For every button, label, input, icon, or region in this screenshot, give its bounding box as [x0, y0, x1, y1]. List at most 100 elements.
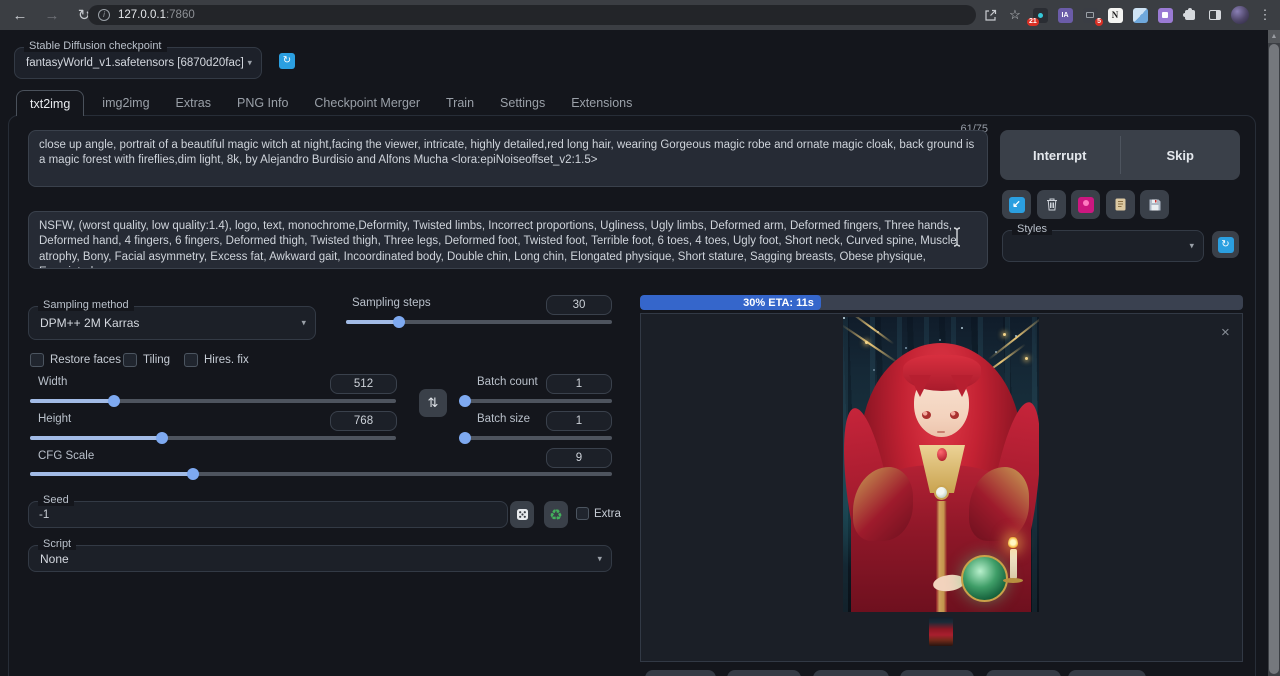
stable-diffusion-webui: ← → ↻ i 127.0.0.1 :7860 ☆ 21 IA 5 — [0, 0, 1280, 676]
slider-knob[interactable] — [187, 468, 199, 480]
close-icon[interactable]: × — [1221, 324, 1230, 341]
seed-input[interactable] — [29, 502, 507, 527]
height-slider[interactable] — [30, 431, 396, 444]
batch-count-label: Batch count — [477, 376, 538, 388]
clear-prompt-button[interactable] — [1037, 190, 1066, 219]
slider-knob[interactable] — [156, 432, 168, 444]
tiling-checkbox[interactable] — [123, 353, 137, 367]
negative-prompt-input[interactable]: NSFW, (worst quality, low quality:1.4), … — [28, 211, 988, 269]
swap-icon: ⇅ — [428, 395, 439, 411]
sampling-method-dropdown[interactable]: Sampling method DPM++ 2M Karras ▾ — [28, 306, 316, 340]
extension-icon-ia[interactable]: IA — [1056, 6, 1074, 24]
reuse-seed-button[interactable]: ♻ — [544, 501, 568, 528]
tab-checkpoint-merger[interactable]: Checkpoint Merger — [314, 96, 420, 110]
width-label: Width — [38, 376, 67, 388]
height-label: Height — [38, 413, 71, 425]
scrollbar-up-arrow[interactable]: ▲ — [1268, 30, 1280, 43]
generated-image-preview[interactable] — [843, 317, 1039, 612]
hires-fix-checkbox[interactable] — [184, 353, 198, 367]
scrollbar-thumb[interactable] — [1269, 44, 1279, 674]
browser-menu-icon[interactable]: ⋮ — [1256, 6, 1274, 24]
swap-dimensions-button[interactable]: ⇅ — [419, 389, 447, 417]
flower-card-icon — [1078, 197, 1094, 213]
batch-size-value[interactable]: 1 — [546, 411, 612, 431]
sampling-method-label: Sampling method — [38, 299, 134, 311]
save-button[interactable] — [645, 670, 716, 676]
batch-count-value[interactable]: 1 — [546, 374, 612, 394]
extension-icon-notion[interactable]: N — [1106, 6, 1124, 24]
styles-label: Styles — [1012, 223, 1052, 235]
tab-txt2img[interactable]: txt2img — [16, 90, 84, 116]
side-panel-icon[interactable] — [1206, 6, 1224, 24]
styles-dropdown[interactable]: Styles ▾ — [1002, 230, 1204, 262]
random-seed-button[interactable] — [510, 501, 534, 528]
seed-field-box: Seed — [28, 501, 508, 528]
sampling-steps-slider[interactable] — [346, 315, 612, 328]
interrupt-button[interactable]: Interrupt — [1000, 130, 1120, 180]
slider-knob[interactable] — [459, 395, 471, 407]
tab-img2img[interactable]: img2img — [102, 96, 149, 110]
checkpoint-label: Stable Diffusion checkpoint — [24, 40, 167, 52]
sampling-steps-label: Sampling steps — [352, 297, 431, 309]
width-slider[interactable] — [30, 394, 396, 407]
zip-button[interactable] — [727, 670, 801, 676]
send-to-inpaint-button[interactable] — [900, 670, 974, 676]
bookmark-star-icon[interactable]: ☆ — [1006, 6, 1024, 24]
tab-train[interactable]: Train — [446, 96, 474, 110]
height-value[interactable]: 768 — [330, 411, 397, 431]
slider-knob[interactable] — [393, 316, 405, 328]
tiling-label: Tiling — [143, 354, 170, 366]
prompt-input[interactable]: close up angle, portrait of a beautiful … — [28, 130, 988, 187]
send-to-extras-button[interactable] — [986, 670, 1061, 676]
extra-action-button[interactable] — [1068, 670, 1146, 676]
send-to-img2img-button[interactable] — [813, 670, 889, 676]
page-scrollbar[interactable]: ▲ — [1268, 30, 1280, 676]
text-cursor — [950, 226, 964, 251]
hires-fix-label: Hires. fix — [204, 354, 249, 366]
extra-networks-button[interactable] — [1071, 190, 1100, 219]
batch-size-slider[interactable] — [462, 431, 612, 444]
forward-icon[interactable]: → — [40, 3, 64, 27]
extension-icon-4[interactable] — [1156, 6, 1174, 24]
site-info-icon[interactable]: i — [98, 9, 110, 21]
url-port: :7860 — [166, 9, 195, 21]
chevron-down-icon: ▾ — [301, 318, 306, 329]
cfg-scale-slider[interactable] — [30, 467, 612, 480]
tab-extras[interactable]: Extras — [176, 96, 211, 110]
progress-fill: 30% ETA: 11s — [640, 295, 821, 310]
refresh-styles-button[interactable]: ↻ — [1212, 231, 1239, 258]
share-icon[interactable] — [981, 6, 999, 24]
main-tabs: txt2img img2img Extras PNG Info Checkpoi… — [16, 90, 658, 116]
script-dropdown[interactable]: Script None ▾ — [28, 545, 612, 572]
paste-params-button[interactable]: ↙ — [1002, 190, 1031, 219]
extension-icon-1[interactable]: 21 — [1031, 6, 1049, 24]
cfg-scale-value[interactable]: 9 — [546, 448, 612, 468]
refresh-checkpoint-icon[interactable]: ↻ — [279, 53, 295, 69]
skip-button[interactable]: Skip — [1121, 130, 1241, 180]
slider-knob[interactable] — [108, 395, 120, 407]
sampling-steps-value[interactable]: 30 — [546, 295, 612, 315]
tab-settings[interactable]: Settings — [500, 96, 545, 110]
slider-knob[interactable] — [459, 432, 471, 444]
save-style-button[interactable] — [1140, 190, 1169, 219]
tab-extensions[interactable]: Extensions — [571, 96, 632, 110]
extension-icon-3[interactable] — [1131, 6, 1149, 24]
address-bar[interactable]: i 127.0.0.1 :7860 — [88, 5, 976, 25]
tab-png-info[interactable]: PNG Info — [237, 96, 288, 110]
back-icon[interactable]: ← — [8, 3, 32, 27]
chevron-down-icon: ▾ — [247, 58, 252, 69]
floppy-disk-icon — [1148, 198, 1162, 212]
interrupt-skip-buttons: Interrupt Skip — [1000, 130, 1240, 180]
width-value[interactable]: 512 — [330, 374, 397, 394]
extensions-puzzle-icon[interactable] — [1181, 6, 1199, 24]
cfg-scale-label: CFG Scale — [38, 450, 94, 462]
chevron-down-icon: ▾ — [1189, 241, 1194, 252]
gallery-thumbnail[interactable] — [929, 617, 953, 646]
checkpoint-dropdown[interactable]: Stable Diffusion checkpoint fantasyWorld… — [14, 47, 262, 79]
browser-profile-avatar[interactable] — [1231, 6, 1249, 24]
extra-seed-checkbox[interactable] — [576, 507, 589, 520]
extension-icon-2[interactable]: 5 — [1081, 6, 1099, 24]
apply-styles-button[interactable] — [1106, 190, 1135, 219]
batch-count-slider[interactable] — [462, 394, 612, 407]
restore-faces-checkbox[interactable] — [30, 353, 44, 367]
